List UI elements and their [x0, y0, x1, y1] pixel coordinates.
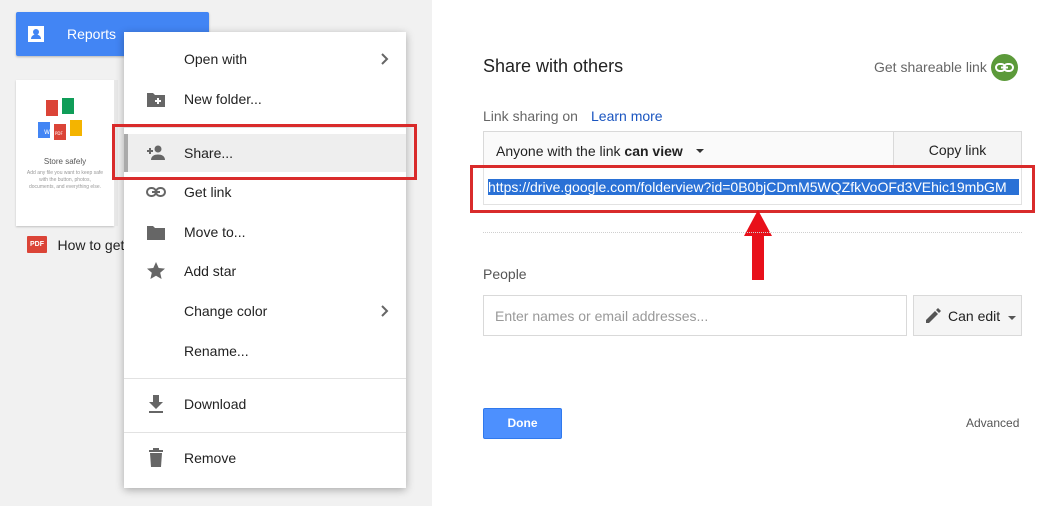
learn-more-link[interactable]: Learn more	[591, 108, 663, 124]
menu-item-move-to[interactable]: Move to...	[124, 213, 406, 251]
menu-label: Move to...	[184, 224, 246, 240]
menu-item-remove[interactable]: Remove	[124, 439, 406, 477]
arrow-up-icon	[744, 210, 772, 280]
menu-label: New folder...	[184, 91, 262, 107]
context-menu: Open with New folder... Share... Get lin…	[124, 32, 406, 488]
menu-label: Add star	[184, 263, 237, 279]
permission-label: Can edit	[948, 308, 1001, 324]
menu-label: Change color	[184, 303, 268, 319]
access-level-dropdown[interactable]: Anyone with the link can view	[483, 131, 893, 167]
menu-item-rename[interactable]: Rename...	[124, 332, 406, 370]
shared-folder-icon	[28, 26, 44, 42]
people-label: People	[483, 266, 527, 282]
divider	[483, 232, 1022, 233]
link-highlight-box	[470, 165, 1035, 213]
done-button[interactable]: Done	[483, 408, 562, 439]
thumbnail-title: Store safely	[43, 157, 87, 166]
file-types-illustration: W PDF	[38, 98, 82, 140]
menu-divider	[124, 432, 406, 433]
people-placeholder: Enter names or email addresses...	[495, 308, 709, 324]
menu-label: Rename...	[184, 343, 249, 359]
menu-label: Remove	[184, 450, 237, 466]
file-name: How to get	[57, 236, 125, 253]
svg-text:W: W	[44, 129, 50, 136]
people-input[interactable]: Enter names or email addresses...	[483, 295, 907, 336]
menu-item-add-star[interactable]: Add star	[124, 252, 406, 290]
file-thumbnail-card[interactable]: W PDF Store safely Add any file you want…	[16, 80, 114, 226]
folder-label: Reports	[67, 26, 117, 42]
chevron-right-icon	[381, 53, 389, 65]
share-highlight-box	[112, 124, 417, 180]
thumbnail-text: Add any file you want to keep safe with …	[26, 170, 104, 190]
menu-item-open-with[interactable]: Open with	[124, 40, 406, 78]
access-level: can view	[624, 143, 683, 159]
get-shareable-link[interactable]: Get shareable link	[874, 59, 987, 75]
link-icon	[146, 187, 166, 197]
folder-add-icon	[147, 93, 165, 107]
advanced-link[interactable]: Advanced	[966, 416, 1019, 430]
menu-label: Open with	[184, 51, 248, 67]
menu-item-download[interactable]: Download	[124, 385, 406, 423]
star-icon	[147, 262, 165, 279]
copy-link-button[interactable]: Copy link	[893, 131, 1022, 167]
permission-dropdown[interactable]: Can edit	[913, 295, 1022, 336]
menu-label: Download	[184, 396, 247, 412]
file-list-item[interactable]: PDF How to get	[27, 236, 137, 256]
link-toggle-icon[interactable]	[991, 54, 1018, 81]
svg-text:PDF: PDF	[55, 131, 63, 136]
access-prefix: Anyone with the link	[496, 143, 621, 159]
menu-divider	[124, 378, 406, 379]
pencil-icon	[926, 308, 941, 323]
folder-icon	[147, 226, 165, 240]
menu-item-new-folder[interactable]: New folder...	[124, 80, 406, 118]
caret-down-icon	[696, 149, 704, 153]
menu-label: Get link	[184, 184, 232, 200]
link-sharing-status: Link sharing on	[483, 108, 578, 124]
menu-item-change-color[interactable]: Change color	[124, 292, 406, 330]
trash-icon	[149, 448, 163, 467]
access-text: Anyone with the link can view	[496, 143, 683, 159]
chevron-right-icon	[381, 305, 389, 317]
download-icon	[149, 395, 163, 413]
dialog-title: Share with others	[483, 56, 624, 76]
caret-down-icon	[1008, 316, 1016, 320]
pdf-icon: PDF	[27, 236, 47, 254]
